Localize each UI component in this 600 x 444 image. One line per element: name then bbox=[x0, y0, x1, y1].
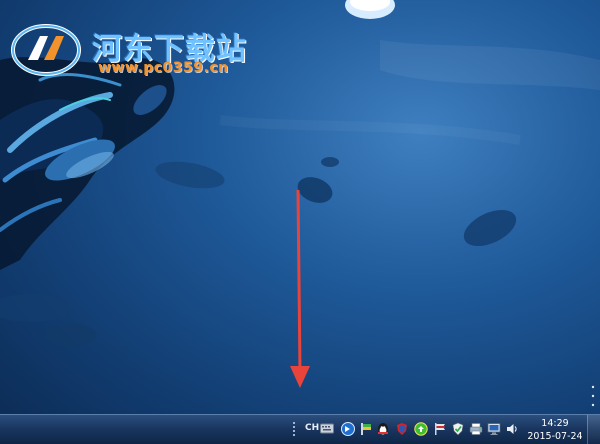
green-sync-icon[interactable] bbox=[414, 422, 428, 436]
keyboard-icon[interactable] bbox=[320, 422, 334, 434]
speaker-icon[interactable] bbox=[505, 422, 519, 436]
clock-date: 2015-07-24 bbox=[527, 431, 583, 442]
qq-penguin-icon[interactable] bbox=[376, 422, 390, 436]
monitor-icon[interactable] bbox=[487, 422, 501, 436]
clock-time: 14:29 bbox=[541, 418, 569, 429]
desktop[interactable]: 河东下载站 www.pc0359.cn bbox=[0, 0, 600, 414]
watermark: 河东下载站 www.pc0359.cn bbox=[6, 12, 266, 82]
edge-marks bbox=[591, 385, 595, 407]
watermark-logo-icon bbox=[11, 24, 81, 76]
flag-icon[interactable] bbox=[433, 422, 447, 436]
red-arrow-annotation bbox=[290, 190, 310, 388]
network-flag-icon[interactable] bbox=[359, 422, 373, 436]
tray-grip-handle[interactable] bbox=[292, 421, 296, 439]
taskbar-clock[interactable]: 14:29 2015-07-24 bbox=[526, 417, 584, 443]
shield-check-icon[interactable] bbox=[451, 422, 465, 436]
printer-icon[interactable] bbox=[469, 422, 483, 436]
language-indicator[interactable]: CH bbox=[305, 423, 319, 433]
security-shield-icon[interactable] bbox=[395, 422, 409, 436]
watermark-url: www.pc0359.cn bbox=[98, 60, 229, 76]
browser-icon[interactable] bbox=[341, 422, 355, 436]
taskbar[interactable]: CH 14:29 2015-07-24 bbox=[0, 414, 600, 444]
show-desktop-button[interactable] bbox=[587, 415, 600, 444]
